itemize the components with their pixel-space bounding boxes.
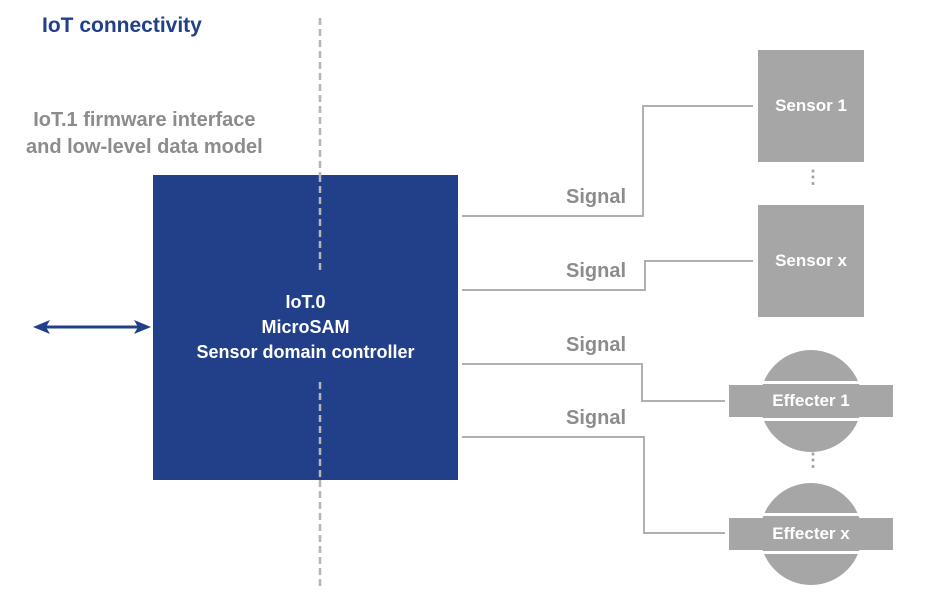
firmware-interface-label: IoT.1 firmware interface and low-level d… — [26, 107, 263, 161]
signal-wire-effecter-x — [462, 436, 725, 534]
controller-label-line-2: MicroSAM — [261, 317, 350, 337]
diagram-title: IoT connectivity — [42, 14, 202, 37]
controller-label-line-3: Sensor domain controller — [196, 342, 415, 362]
bidirectional-arrow-icon — [33, 320, 151, 334]
signal-label: Signal — [566, 334, 627, 356]
effecter-1-box: Effecter 1 — [729, 385, 893, 417]
firmware-interface-line-1: IoT.1 firmware interface — [33, 109, 256, 131]
effecter-x-box: Effecter x — [729, 518, 893, 550]
signal-label: Signal — [566, 186, 627, 208]
effecter-x-label: Effecter x — [772, 524, 850, 543]
effecter-1-label: Effecter 1 — [772, 391, 850, 410]
sensor-1-label: Sensor 1 — [775, 96, 847, 115]
sensor-1-box: Sensor 1 — [758, 50, 864, 162]
sensor-x-label: Sensor x — [775, 251, 847, 270]
sensor-x-box: Sensor x — [758, 205, 864, 317]
sensor-ellipsis-icon: ⋮ — [804, 167, 822, 187]
signal-wire-effecter-1 — [462, 363, 725, 402]
signal-label: Signal — [566, 407, 627, 429]
controller-label: IoT.0 MicroSAM Sensor domain controller — [153, 290, 458, 365]
signal-label: Signal — [566, 260, 627, 282]
controller-label-line-1: IoT.0 — [285, 292, 326, 312]
firmware-interface-line-2: and low-level data model — [26, 136, 263, 158]
effecter-ellipsis-icon: ⋮ — [804, 450, 822, 470]
